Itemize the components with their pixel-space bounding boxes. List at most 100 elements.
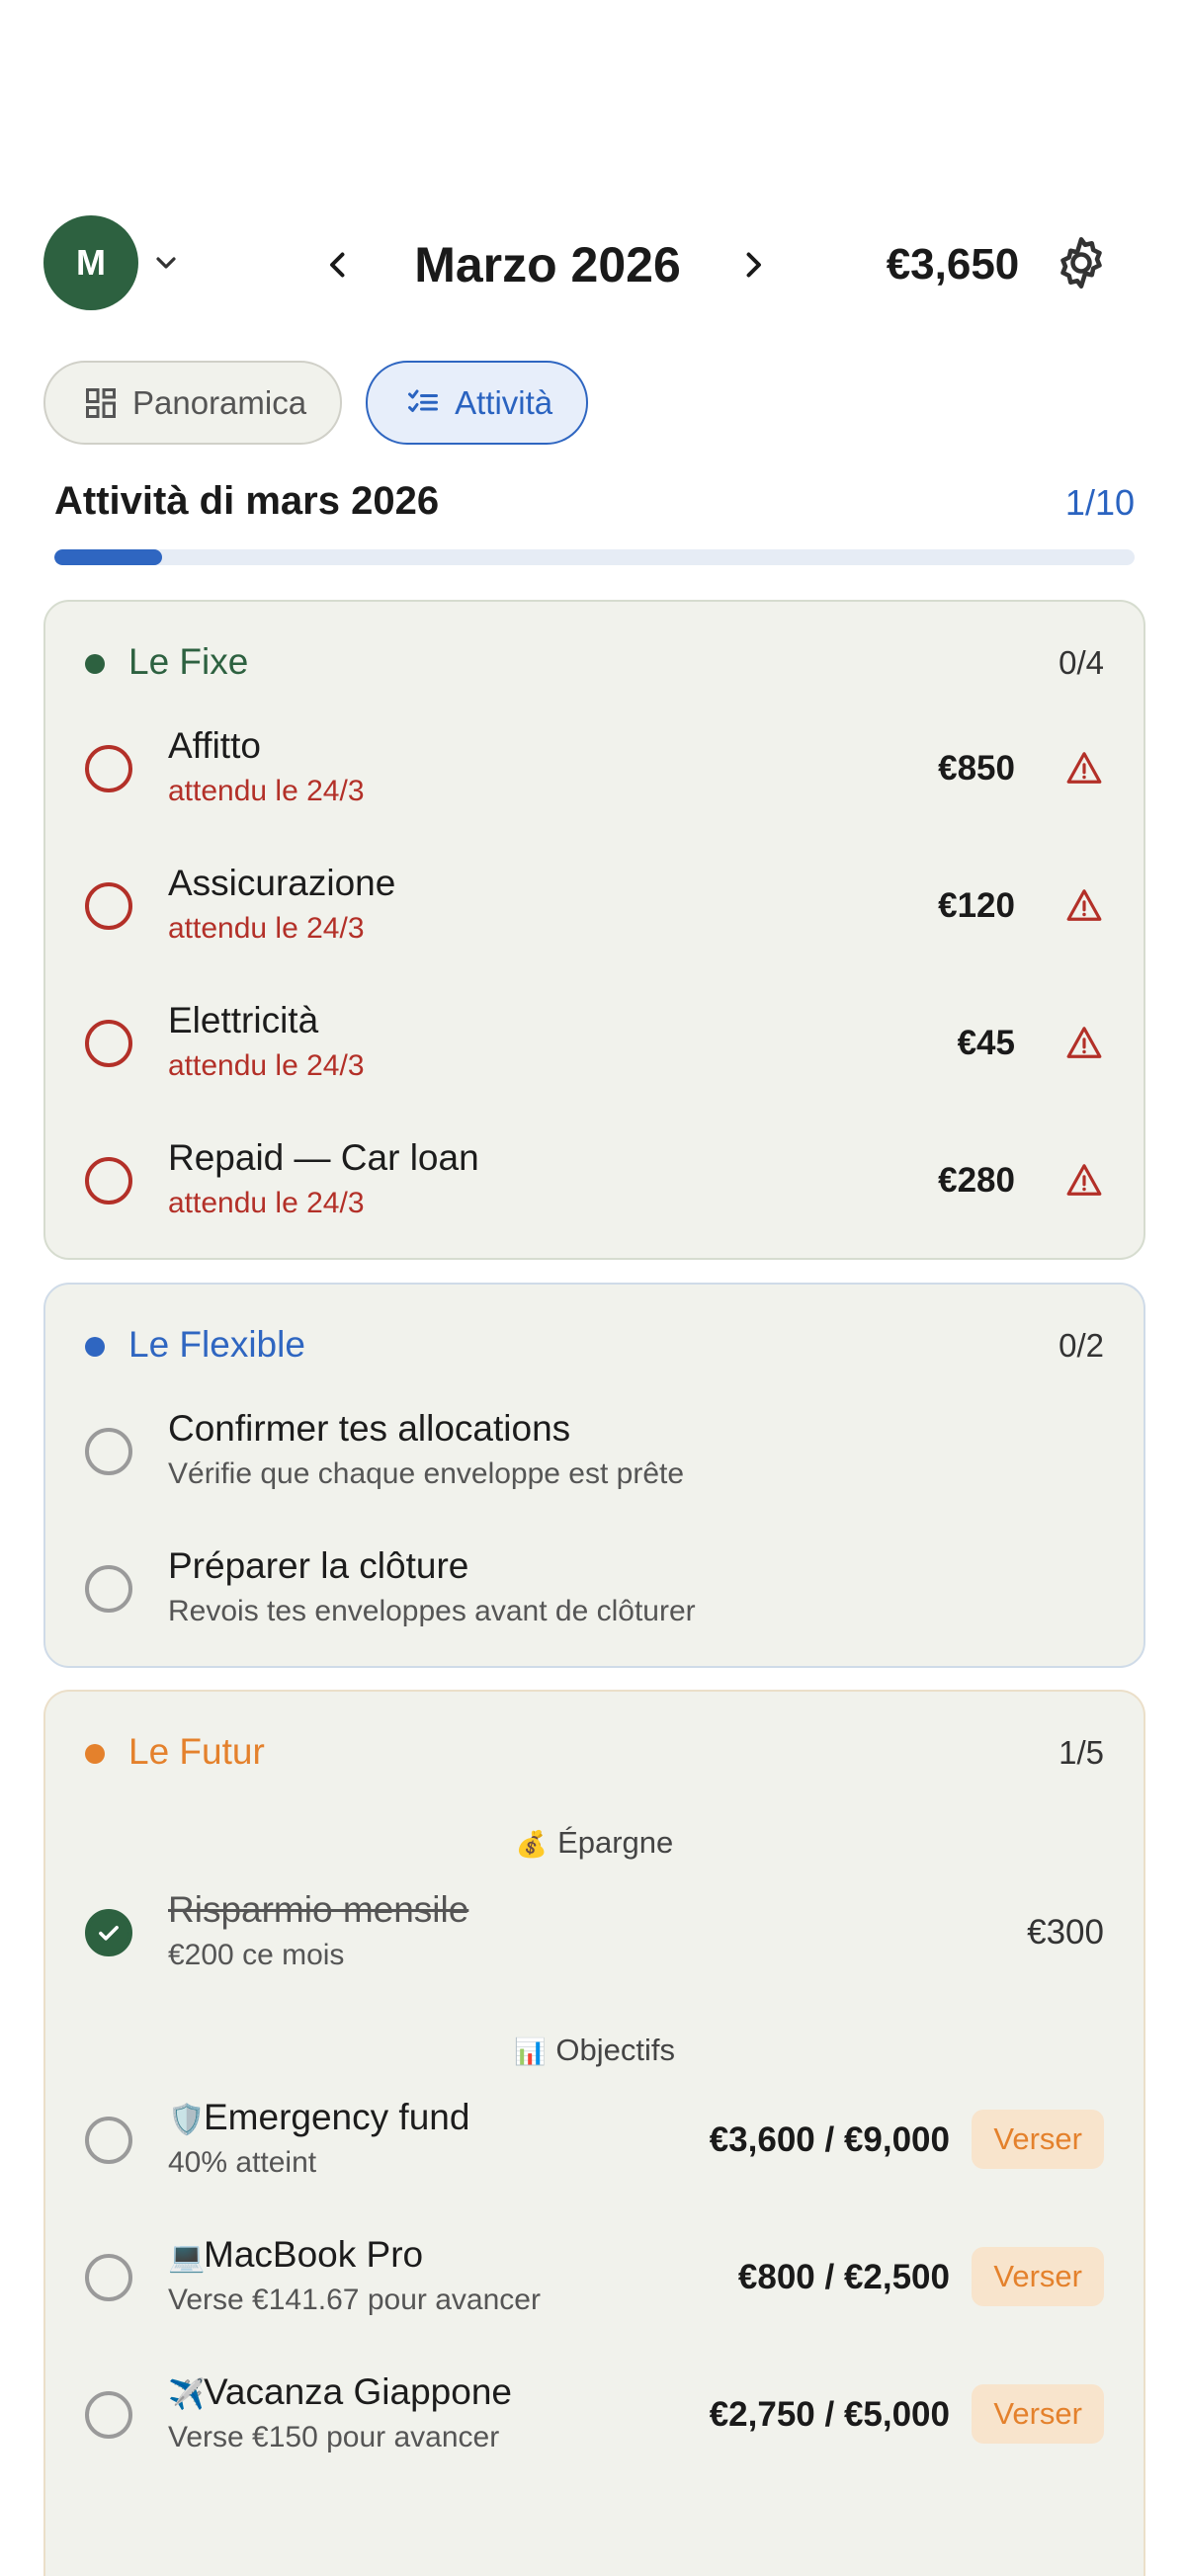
status-dot — [85, 654, 105, 674]
checklist-icon — [408, 389, 439, 412]
checkbox[interactable] — [85, 745, 132, 792]
goal-item[interactable]: 🛡️Emergency fund 40% atteint €3,600 / €9… — [85, 2087, 1104, 2196]
card-le-flexible: Le Flexible 0/2 Confirmer tes allocation… — [43, 1283, 1145, 1668]
item-subtitle: attendu le 24/3 — [168, 1049, 365, 1082]
list-item[interactable]: Préparer la clôture Revois tes enveloppe… — [85, 1536, 1104, 1644]
checkbox-checked[interactable] — [85, 1909, 132, 1956]
airplane-icon: ✈️ — [168, 2378, 206, 2411]
list-item[interactable]: Risparmio mensile €200 ce mois €300 — [85, 1879, 1104, 1988]
checkbox[interactable] — [85, 2117, 132, 2164]
item-subtitle: Revois tes enveloppes avant de clôturer — [168, 1595, 696, 1627]
card-title: Le Fixe — [128, 641, 249, 682]
goal-progress-amount: €2,750 / €5,000 — [709, 2395, 950, 2434]
shield-icon: 🛡️ — [168, 2104, 206, 2136]
list-item[interactable]: Assicurazione attendu le 24/3 €120 — [85, 853, 1104, 961]
warning-icon — [1066, 752, 1102, 784]
item-amount: €300 — [1027, 1913, 1104, 1952]
checkbox[interactable] — [85, 1157, 132, 1205]
item-title: Affitto — [168, 725, 261, 766]
warning-icon — [1066, 1164, 1102, 1196]
goals-heading-label: Objectifs — [555, 2033, 675, 2067]
tab-panoramica[interactable]: Panoramica — [43, 361, 343, 445]
item-title: 💻MacBook Pro — [168, 2234, 423, 2276]
goal-progress-amount: €3,600 / €9,000 — [709, 2120, 950, 2159]
savings-heading: 💰 Épargne — [45, 1825, 1144, 1861]
bar-chart-icon: 📊 — [514, 2036, 547, 2066]
goal-name: Vacanza Giappone — [204, 2371, 512, 2412]
checkbox[interactable] — [85, 2391, 132, 2439]
check-icon — [99, 1926, 119, 1941]
page-title: Attività di mars 2026 — [54, 479, 440, 523]
card-le-fixe: Le Fixe 0/4 Affitto attendu le 24/3 €850… — [43, 600, 1145, 1260]
chevron-down-icon[interactable] — [150, 247, 182, 279]
card-title: Le Flexible — [128, 1324, 305, 1365]
money-bag-icon: 💰 — [515, 1829, 549, 1859]
tab-attivita[interactable]: Attività — [366, 361, 589, 445]
month-navigator: Marzo 2026 — [291, 225, 834, 304]
status-dot — [85, 1337, 105, 1357]
warning-icon — [1066, 1027, 1102, 1058]
item-amount: €850 — [938, 749, 1015, 788]
item-amount: €120 — [938, 886, 1015, 925]
card-count: 0/4 — [1059, 644, 1104, 681]
verser-button[interactable]: Verser — [972, 2247, 1104, 2306]
progress-count: 1/10 — [1064, 482, 1135, 523]
item-subtitle: Verse €141.67 pour avancer — [168, 2284, 541, 2316]
next-month-button[interactable] — [725, 237, 781, 292]
goal-item[interactable]: 💻MacBook Pro Verse €141.67 pour avancer … — [85, 2224, 1104, 2333]
grid-icon — [86, 387, 116, 418]
checkbox[interactable] — [85, 2254, 132, 2301]
item-subtitle: €200 ce mois — [168, 1939, 345, 1971]
savings-heading-label: Épargne — [557, 1825, 674, 1860]
verser-button[interactable]: Verser — [972, 2384, 1104, 2444]
tab-label: Attività — [455, 383, 553, 421]
checkbox[interactable] — [85, 882, 132, 930]
previous-month-button[interactable] — [310, 237, 366, 292]
progress-bar — [54, 549, 1135, 565]
item-title: Elettricità — [168, 1000, 319, 1040]
item-amount: €280 — [938, 1161, 1015, 1200]
item-subtitle: 40% atteint — [168, 2146, 317, 2179]
card-le-futur: Le Futur 1/5 💰 Épargne Risparmio mensile … — [43, 1690, 1145, 2576]
balance-amount: €3,650 — [886, 240, 1020, 289]
list-item[interactable]: Elettricità attendu le 24/3 €45 — [85, 990, 1104, 1099]
progress-bar-fill — [54, 549, 163, 565]
list-item[interactable]: Confirmer tes allocations Vérifie que ch… — [85, 1398, 1104, 1507]
item-title: 🛡️Emergency fund — [168, 2097, 469, 2138]
item-title: Assicurazione — [168, 863, 396, 903]
list-item[interactable]: Affitto attendu le 24/3 €850 — [85, 715, 1104, 824]
card-header: Le Fixe 0/4 — [85, 636, 1104, 686]
item-title: Repaid — Car loan — [168, 1137, 479, 1178]
checkbox[interactable] — [85, 1428, 132, 1475]
chevron-left-icon — [330, 252, 345, 278]
goal-progress-amount: €800 / €2,500 — [737, 2258, 950, 2296]
card-header: Le Futur 1/5 — [85, 1726, 1104, 1776]
status-dot — [85, 1744, 105, 1764]
item-subtitle: Verse €150 pour avancer — [168, 2421, 500, 2453]
goal-item[interactable]: ✈️Vacanza Giappone Verse €150 pour avanc… — [85, 2362, 1104, 2470]
laptop-icon: 💻 — [168, 2241, 206, 2274]
card-header: Le Flexible 0/2 — [85, 1319, 1104, 1369]
tab-label: Panoramica — [132, 383, 307, 421]
warning-icon — [1066, 889, 1102, 921]
item-subtitle: attendu le 24/3 — [168, 775, 365, 807]
card-count: 0/2 — [1059, 1327, 1104, 1364]
item-amount: €45 — [957, 1024, 1015, 1062]
month-title: Marzo 2026 — [414, 237, 681, 292]
avatar[interactable]: M — [43, 215, 138, 310]
top-bar: M Marzo 2026 €3,650 — [43, 215, 1150, 314]
checkbox[interactable] — [85, 1020, 132, 1067]
checkbox[interactable] — [85, 1565, 132, 1613]
card-count: 1/5 — [1059, 1734, 1104, 1771]
verser-button[interactable]: Verser — [972, 2110, 1104, 2169]
item-title: Préparer la clôture — [168, 1545, 469, 1586]
item-subtitle: attendu le 24/3 — [168, 1187, 365, 1219]
card-title: Le Futur — [128, 1731, 265, 1772]
item-title: Risparmio mensile — [168, 1889, 469, 1930]
list-item[interactable]: Repaid — Car loan attendu le 24/3 €280 — [85, 1127, 1104, 1236]
view-tabs: Panoramica Attività — [43, 361, 589, 445]
item-subtitle: attendu le 24/3 — [168, 912, 365, 945]
goals-heading: 📊 Objectifs — [45, 2033, 1144, 2068]
gear-icon[interactable] — [1052, 233, 1111, 292]
goal-name: MacBook Pro — [204, 2234, 424, 2275]
